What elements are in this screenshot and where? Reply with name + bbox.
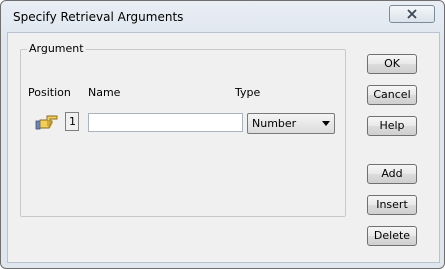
position-column-header: Position xyxy=(28,86,71,99)
name-column-header: Name xyxy=(88,86,121,99)
title-bar: Specify Retrieval Arguments xyxy=(1,1,444,33)
close-icon xyxy=(407,9,417,19)
chevron-down-icon xyxy=(322,121,330,126)
argument-group-label: Argument xyxy=(27,42,86,55)
insert-button[interactable]: Insert xyxy=(367,195,417,215)
argument-type-dropdown[interactable]: Number xyxy=(247,113,335,134)
argument-name-input[interactable] xyxy=(88,113,243,132)
cancel-button[interactable]: Cancel xyxy=(367,85,417,105)
argument-type-value: Number xyxy=(252,117,297,130)
argument-group: Argument Position Name Type 1 Number xyxy=(20,42,346,217)
type-column-header: Type xyxy=(235,86,261,99)
add-button[interactable]: Add xyxy=(367,164,417,184)
pointing-hand-icon xyxy=(35,115,58,130)
retrieval-arguments-dialog: Specify Retrieval Arguments Argument Pos… xyxy=(0,0,445,269)
position-field: 1 xyxy=(65,112,79,131)
dialog-body: Argument Position Name Type 1 Number OK … xyxy=(7,32,440,263)
delete-button[interactable]: Delete xyxy=(367,226,417,246)
ok-button[interactable]: OK xyxy=(367,54,417,74)
help-button[interactable]: Help xyxy=(367,116,417,136)
window-title: Specify Retrieval Arguments xyxy=(13,10,184,24)
close-button[interactable] xyxy=(389,5,435,23)
